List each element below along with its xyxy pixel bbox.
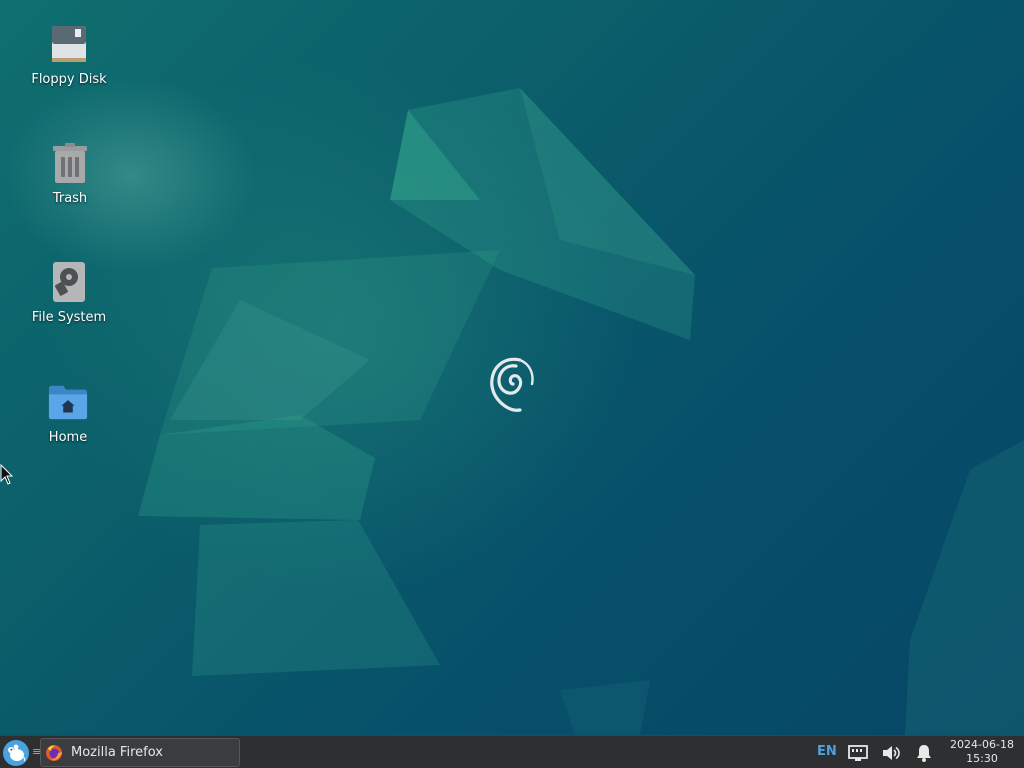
network-wired-icon[interactable] [848, 743, 868, 763]
xfce-mouse-icon [8, 744, 26, 762]
applications-menu-button[interactable] [3, 740, 29, 766]
desktop-icon-file-system[interactable]: File System [19, 260, 119, 325]
desktop-icon-label: Trash [52, 191, 88, 206]
keyboard-layout-indicator[interactable]: EN [817, 744, 837, 759]
desktop-icon-label: File System [31, 310, 107, 325]
taskbar-item-firefox[interactable]: Mozilla Firefox [40, 738, 240, 767]
desktop-icon-trash[interactable]: Trash [20, 141, 120, 206]
home-folder-icon [48, 380, 88, 424]
mouse-cursor-icon [0, 464, 14, 485]
desktop[interactable]: Floppy Disk Trash File System Home [0, 0, 1024, 735]
floppy-disk-icon [49, 22, 89, 66]
desktop-icon-label: Floppy Disk [31, 72, 107, 87]
clock-date: 2024-06-18 [950, 738, 1014, 751]
desktop-icon-home[interactable]: Home [18, 380, 118, 445]
taskbar: ≡ Mozilla Firefox EN 2024-06-18 15:30 [0, 735, 1024, 768]
desktop-icon-floppy-disk[interactable]: Floppy Disk [19, 22, 119, 87]
desktop-icon-label: Home [48, 430, 88, 445]
bell-icon[interactable] [914, 743, 934, 763]
firefox-icon [46, 744, 62, 761]
taskbar-item-label: Mozilla Firefox [71, 745, 163, 760]
speaker-volume-icon[interactable] [881, 743, 901, 763]
clock-time: 15:30 [966, 752, 998, 765]
clock[interactable]: 2024-06-18 15:30 [946, 738, 1018, 766]
debian-swirl-icon [490, 357, 534, 412]
trash-icon [50, 141, 90, 185]
hard-drive-icon [49, 260, 89, 304]
